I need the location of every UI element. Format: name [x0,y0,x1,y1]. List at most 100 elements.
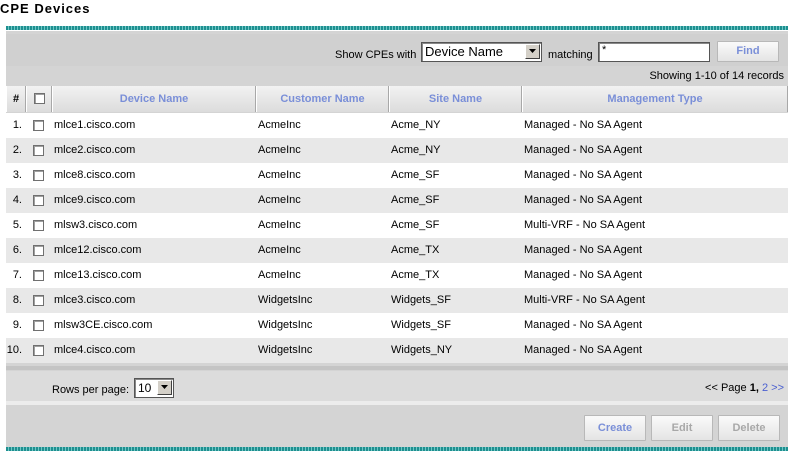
row-checkbox[interactable] [33,195,44,206]
page-2-link[interactable]: 2 [762,382,768,394]
customer-name-cell: WidgetsInc [258,294,313,306]
table-row[interactable]: 5. mlsw3.cisco.com AcmeInc Acme_SF Multi-VRF… [6,213,788,238]
chevron-down-icon [157,380,172,395]
match-input[interactable]: * [598,42,710,62]
header-select-all [26,86,52,112]
table-row[interactable]: 1. mlce1.cisco.com AcmeInc Acme_NY Managed -… [6,113,788,138]
chevron-down-icon [525,44,540,59]
customer-name-cell: AcmeInc [258,169,301,181]
page-title: CPE Devices [0,1,91,16]
header-customer-name[interactable]: Customer Name [256,86,389,112]
row-index: 10. [6,344,22,356]
site-name-cell: Acme_SF [391,219,440,231]
device-name-cell: mlce3.cisco.com [54,294,136,306]
row-index: 7. [12,269,22,281]
row-index: 4. [12,194,22,206]
field-select[interactable]: Device Name [421,42,542,62]
table-row[interactable]: 2. mlce2.cisco.com AcmeInc Acme_NY Managed -… [6,138,788,163]
filter-bar: Show CPEs with Device Name matching * Fi… [6,34,788,66]
table-row[interactable]: 7. mlce13.cisco.com AcmeInc Acme_TX Managed … [6,263,788,288]
row-checkbox[interactable] [33,295,44,306]
device-name-cell: mlce9.cisco.com [54,194,136,206]
site-name-cell: Widgets_SF [391,294,451,306]
management-type-cell: Managed - No SA Agent [524,244,643,256]
row-checkbox[interactable] [33,345,44,356]
header-device-name[interactable]: Device Name [52,86,256,112]
page-prefix: << Page [705,382,747,394]
table-row[interactable]: 6. mlce12.cisco.com AcmeInc Acme_TX Managed … [6,238,788,263]
customer-name-cell: AcmeInc [258,269,301,281]
device-name-cell: mlce12.cisco.com [54,244,142,256]
customer-name-cell: AcmeInc [258,194,301,206]
next-page-link[interactable]: >> [771,382,784,394]
rows-per-page-label: Rows per page: [52,384,130,396]
device-name-cell: mlce8.cisco.com [54,169,136,181]
management-type-cell: Multi-VRF - No SA Agent [524,294,646,306]
device-name-cell: mlce4.cisco.com [54,344,136,356]
delete-button[interactable]: Delete [718,415,780,441]
site-name-cell: Widgets_SF [391,319,451,331]
table-row[interactable]: 8. mlce3.cisco.com WidgetsInc Widgets_SF Mul… [6,288,788,313]
header-site-name[interactable]: Site Name [389,86,522,112]
row-checkbox[interactable] [33,245,44,256]
row-checkbox[interactable] [33,220,44,231]
current-page: 1, [749,382,759,394]
create-button[interactable]: Create [584,415,646,441]
matching-label: matching [548,49,593,61]
pagination-bottom-divider [6,401,788,405]
device-name-cell: mlce13.cisco.com [54,269,142,281]
site-name-cell: Acme_TX [391,269,440,281]
table-row[interactable]: 4. mlce9.cisco.com AcmeInc Acme_SF Managed -… [6,188,788,213]
site-name-cell: Widgets_NY [391,344,453,356]
field-select-value: Device Name [425,44,504,59]
device-name-cell: mlce2.cisco.com [54,144,136,156]
management-type-cell: Managed - No SA Agent [524,319,643,331]
customer-name-cell: AcmeInc [258,119,301,131]
records-count: Showing 1-10 of 14 records [649,70,784,82]
row-index: 8. [12,294,22,306]
customer-name-cell: WidgetsInc [258,344,313,356]
row-index: 5. [12,219,22,231]
row-checkbox[interactable] [33,145,44,156]
management-type-cell: Managed - No SA Agent [524,144,643,156]
row-index: 1. [12,119,22,131]
show-cpes-label: Show CPEs with [335,49,417,61]
row-index: 3. [12,169,22,181]
header-index: # [6,86,26,112]
management-type-cell: Managed - No SA Agent [524,169,643,181]
management-type-cell: Managed - No SA Agent [524,194,643,206]
site-name-cell: Acme_SF [391,194,440,206]
customer-name-cell: AcmeInc [258,219,301,231]
row-index: 9. [12,319,22,331]
table-row[interactable]: 9. mlsw3CE.cisco.com WidgetsInc Widgets_SF M… [6,313,788,338]
rows-per-page-value: 10 [138,381,152,395]
site-name-cell: Acme_TX [391,244,440,256]
rows-per-page-select[interactable]: 10 [134,378,174,398]
site-name-cell: Acme_SF [391,169,440,181]
header-management-type[interactable]: Management Type [522,86,788,112]
customer-name-cell: AcmeInc [258,244,301,256]
customer-name-cell: WidgetsInc [258,319,313,331]
management-type-cell: Managed - No SA Agent [524,269,643,281]
find-button[interactable]: Find [717,41,779,62]
row-checkbox[interactable] [33,320,44,331]
cpe-panel: Show CPEs with Device Name matching * Fi… [6,31,788,448]
table-row[interactable]: 10. mlce4.cisco.com WidgetsInc Widgets_NY Ma… [6,338,788,363]
action-bar: Create Edit Delete [6,406,788,443]
device-name-cell: mlsw3.cisco.com [54,219,138,231]
edit-button[interactable]: Edit [651,415,713,441]
row-checkbox[interactable] [33,270,44,281]
row-index: 6. [12,244,22,256]
table-bottom-divider [6,366,788,370]
pagination-bar: Rows per page: 10 << Page 1, 2 >> [6,371,788,401]
row-checkbox[interactable] [33,170,44,181]
customer-name-cell: AcmeInc [258,144,301,156]
table-row[interactable]: 3. mlce8.cisco.com AcmeInc Acme_SF Managed -… [6,163,788,188]
management-type-cell: Multi-VRF - No SA Agent [524,219,646,231]
teal-divider-top [6,26,788,30]
page-navigation: << Page 1, 2 >> [705,382,784,394]
row-checkbox[interactable] [33,120,44,131]
select-all-checkbox[interactable] [34,93,45,104]
site-name-cell: Acme_NY [391,119,441,131]
device-name-cell: mlsw3CE.cisco.com [54,319,153,331]
